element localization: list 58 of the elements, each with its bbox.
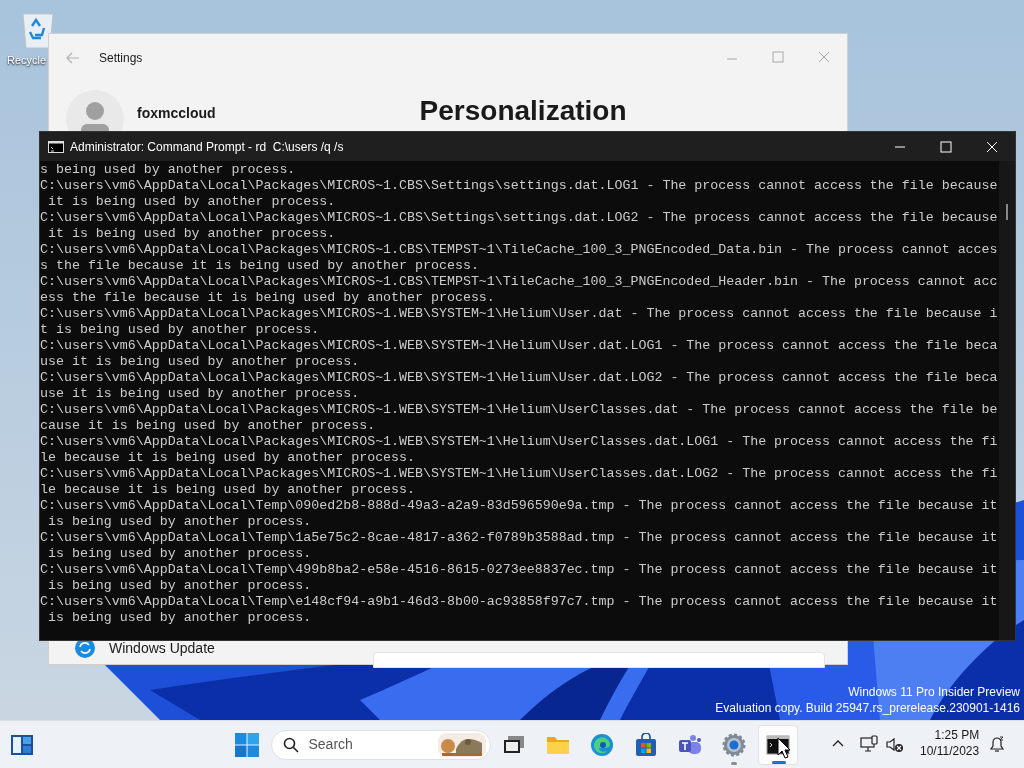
console-line: C:\users\vm6\AppData\Local\Temp\499b8ba2-e58e-4516-8615-0273ee8837ec.tmp - The process cannot access the file because it <box>40 562 999 578</box>
watermark-text: Evaluation copy. Build 25947.rs_prerelease.230901-1416 <box>715 700 1020 716</box>
chevron-up-icon[interactable] <box>832 739 844 747</box>
console-line: C:\users\vm6\AppData\Local\Temp\090ed2b8-888d-49a3-a2a9-83d596590e9a.tmp - The process cannot access the file because it <box>40 498 999 514</box>
window-title: Settings <box>99 50 143 67</box>
console-line: is being used by another process. <box>46 514 313 530</box>
console-line: it is being used by another process. <box>46 194 337 210</box>
shopping-bag-icon <box>634 732 657 757</box>
console-line: C:\users\vm6\AppData\Local\Packages\MICROS~1.WEB\SYSTEM~1\Helium\User.dat.LOG2 - The process cannot access the file beca <box>40 370 999 386</box>
console-line: C:\users\vm6\AppData\Local\Packages\MICROS~1.CBS\TEMPST~1\TileCache_100_3_PNGEncoded_Data.bin - The process cannot acces <box>40 242 999 258</box>
console-line: s being used by another process. <box>40 162 297 178</box>
browser-icon <box>589 732 614 757</box>
console-line: is being used by another process. <box>46 578 313 594</box>
clock-time[interactable]: 1:25 PM <box>934 727 980 743</box>
page-title: Personalization <box>419 94 627 128</box>
console-line: C:\users\vm6\AppData\Local\Packages\MICROS~1.WEB\SYSTEM~1\Helium\UserClasses.dat.LOG2 - The process cannot access the fi <box>40 466 999 482</box>
mouse-cursor-icon <box>777 737 791 759</box>
console-line: C:\users\vm6\AppData\Local\Packages\MICROS~1.WEB\SYSTEM~1\Helium\User.dat - The process cannot access the file because i <box>40 306 999 322</box>
console-line: s the file because it is being used by another process. <box>40 258 480 274</box>
taskbar-app-button[interactable] <box>757 724 798 765</box>
network-icon[interactable] <box>860 735 878 753</box>
window-title: Administrator: Command Prompt - rd C:\users /q /s <box>70 138 344 156</box>
widgets-icon[interactable] <box>10 734 34 756</box>
console-line: ess the file because it is being used by another process. <box>40 290 496 306</box>
console-line: C:\users\vm6\AppData\Local\Packages\MICROS~1.CBS\Settings\settings.dat.LOG2 - The process cannot access the file because <box>40 210 999 226</box>
console-line: C:\users\vm6\AppData\Local\Packages\MICROS~1.CBS\Settings\settings.dat.LOG1 - The process cannot access the file because <box>40 178 999 194</box>
console-line: C:\users\vm6\AppData\Local\Packages\MICROS~1.WEB\SYSTEM~1\Helium\User.dat.LOG1 - The process cannot access the file beca <box>40 338 999 354</box>
console-line: t is being used by another process. <box>40 322 321 338</box>
console-line: C:\users\vm6\AppData\Local\Temp\e148cf94-a9b1-46d3-8b00-ac93858f97c7.tmp - The process cannot access the file because it <box>40 594 999 610</box>
gear-icon <box>721 732 746 757</box>
running-indicator <box>771 760 786 764</box>
recycle-bin-icon[interactable] <box>20 10 56 50</box>
console-line: is being used by another process. <box>46 546 313 562</box>
folder-icon <box>545 734 570 755</box>
notification-bell-icon[interactable] <box>988 735 1006 753</box>
console-line: C:\users\vm6\AppData\Local\Packages\MICROS~1.WEB\SYSTEM~1\Helium\UserClasses.dat - The process cannot access the file be <box>40 402 999 418</box>
account-name: foxmccloud <box>137 104 216 122</box>
windows-logo-icon <box>234 732 259 757</box>
terminal-icon <box>48 140 64 153</box>
watermark-text: Windows 11 Pro Insider Preview <box>848 684 1020 700</box>
console-line: use it is being used by another process. <box>40 386 361 402</box>
clock-date[interactable]: 10/11/2023 <box>920 743 980 759</box>
console-line: le because it is being used by another process. <box>40 482 417 498</box>
console-line: it is being used by another process. <box>46 226 337 242</box>
speaker-muted-icon[interactable] <box>886 736 904 754</box>
search-field[interactable]: Search <box>270 729 491 760</box>
search-icon <box>282 736 299 753</box>
console-line: cause it is being used by another process. <box>40 418 377 434</box>
teams-icon <box>677 733 702 756</box>
console-line: C:\users\vm6\AppData\Local\Packages\MICROS~1.CBS\TEMPST~1\TileCache_100_3_PNGEncoded_Header.bin - The process cannot acc <box>40 274 999 290</box>
windows-stack-icon <box>502 734 525 755</box>
running-indicator <box>730 761 737 765</box>
console-line: C:\users\vm6\AppData\Local\Packages\MICROS~1.WEB\SYSTEM~1\Helium\UserClasses.dat.LOG1 - The process cannot access the fi <box>40 434 999 450</box>
console-line: le because it is being used by another process. <box>40 450 417 466</box>
console-line: use it is being used by another process. <box>40 354 361 370</box>
console-line: is being used by another process. <box>46 610 313 626</box>
scrollbar-thumb[interactable] <box>1006 204 1008 220</box>
console-line: C:\users\vm6\AppData\Local\Temp\1a5e75c2-8cae-4817-a362-f0789b3588ad.tmp - The process cannot access the file because it <box>40 530 999 546</box>
